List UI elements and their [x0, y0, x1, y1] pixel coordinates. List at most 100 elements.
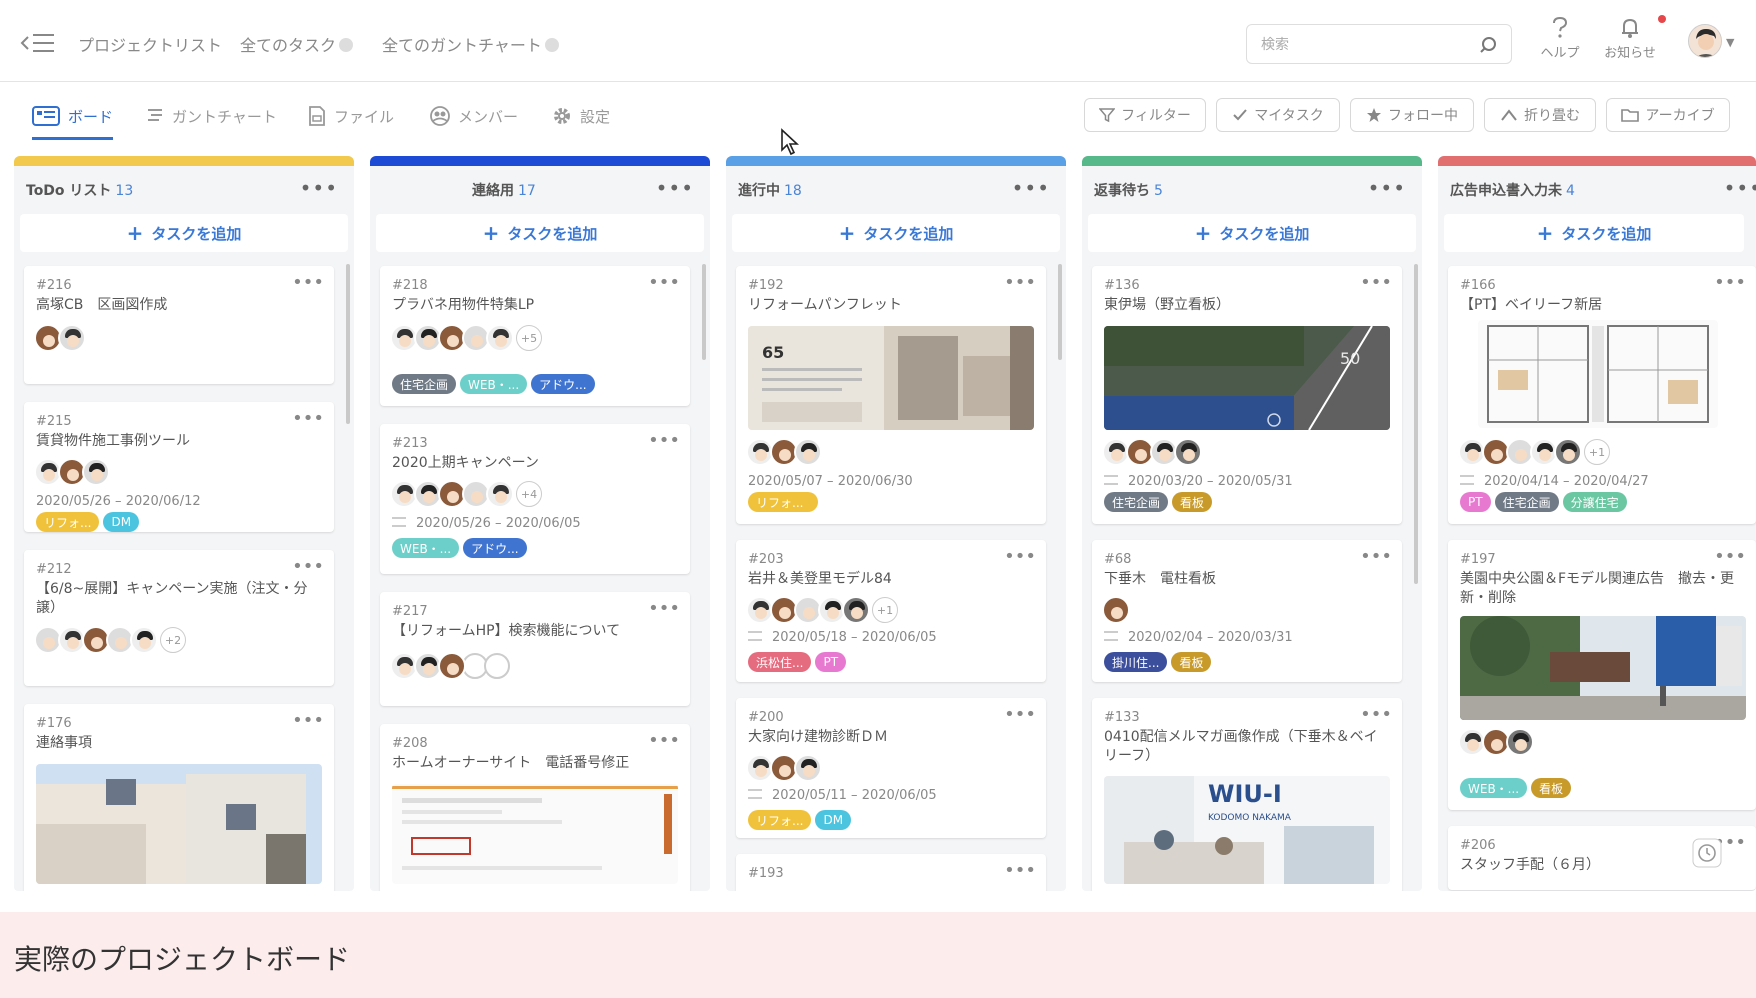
nav-all-gantt[interactable]: 全てのガントチャート [382, 32, 559, 56]
folder-icon [1621, 109, 1640, 122]
card-more-icon[interactable]: ••• [648, 730, 680, 751]
plus-icon: + [1536, 221, 1554, 245]
tag-list: 住宅企画 WEB・... アドウ... [392, 374, 595, 394]
task-card[interactable]: #213 ••• 2020上期キャンペーン +4 2020/05/26 – 20… [380, 424, 690, 574]
assignee-avatars [1102, 438, 1202, 466]
nav-project-list[interactable]: プロジェクトリスト [78, 32, 222, 56]
archive-button[interactable]: アーカイブ [1606, 98, 1730, 132]
history-icon[interactable] [1692, 838, 1722, 868]
column-count: 4 [1566, 183, 1575, 199]
card-more-icon[interactable]: ••• [1360, 272, 1392, 293]
task-card[interactable]: #200 ••• 大家向け建物診断ＤＭ 2020/05/11 – 2020/06… [736, 698, 1046, 838]
following-button[interactable]: フォロー中 [1350, 98, 1474, 132]
card-more-icon[interactable]: ••• [292, 408, 324, 429]
filter-button[interactable]: フィルター [1084, 98, 1206, 132]
tag: DM [103, 512, 140, 532]
help-button[interactable]: ヘルプ [1530, 16, 1590, 61]
add-task-button[interactable]: + タスクを追加 [732, 214, 1060, 252]
menu-collapse-icon[interactable] [20, 31, 56, 55]
avatar [1554, 438, 1582, 466]
tag: 住宅企画 [1494, 492, 1559, 512]
assignee-avatars: +2 [34, 626, 186, 654]
task-card[interactable]: #192 ••• リフォームパンフレット 65 2020/05/07 – 202… [736, 266, 1046, 524]
column-more-icon[interactable]: ••• [1368, 176, 1406, 200]
card-more-icon[interactable]: ••• [292, 556, 324, 577]
task-card[interactable]: #216 ••• 高塚CB 区画図作成 [24, 266, 334, 384]
column-more-icon[interactable]: ••• [656, 176, 694, 200]
task-title: 【リフォームHP】検索機能について [392, 623, 621, 639]
task-card[interactable]: #176 ••• 連絡事項 [24, 704, 334, 891]
chevron-down-icon[interactable]: ▼ [1726, 36, 1734, 49]
card-more-icon[interactable]: ••• [1004, 860, 1036, 881]
more-assignees-count: +2 [160, 627, 186, 653]
tab-members[interactable]: メンバー [430, 106, 518, 140]
card-more-icon[interactable]: ••• [1714, 272, 1746, 293]
task-id: #213 [392, 436, 428, 451]
task-card[interactable]: #215 ••• 賃貸物件施工事例ツール 2020/05/26 – 2020/0… [24, 402, 334, 532]
task-card[interactable]: #217 ••• 【リフォームHP】検索機能について [380, 592, 690, 706]
task-card[interactable]: #68 ••• 下垂木 電柱看板 2020/02/04 – 2020/03/31… [1092, 540, 1402, 682]
task-card[interactable]: #218 ••• プラバネ用物件特集LP +5 住宅企画 WEB・... アドウ… [380, 266, 690, 406]
column-more-icon[interactable]: ••• [1012, 176, 1050, 200]
task-card[interactable]: #197 ••• 美園中央公園＆Fモデル関連広告 撤去・更新・削除 WEB・..… [1448, 540, 1756, 810]
webpage-screenshot-thumbnail [392, 784, 678, 884]
tab-members-label: メンバー [458, 108, 519, 126]
task-title: 岩井＆美登里モデル84 [748, 571, 892, 587]
tab-gantt[interactable]: ガントチャート [146, 106, 277, 140]
column-more-icon[interactable]: ••• [1724, 176, 1756, 200]
filter-label: フィルター [1121, 108, 1191, 124]
add-task-button[interactable]: + タスクを追加 [376, 214, 704, 252]
task-id: #206 [1460, 838, 1496, 853]
scrollbar[interactable] [702, 264, 706, 360]
add-task-button[interactable]: + タスクを追加 [1088, 214, 1416, 252]
scrollbar[interactable] [1414, 264, 1418, 584]
task-card[interactable]: #208 ••• ホームオーナーサイト 電話番号修正 [380, 724, 690, 891]
nav-all-tasks[interactable]: 全てのタスク [240, 32, 354, 56]
tag: WEB・... [392, 538, 460, 558]
column-more-icon[interactable]: ••• [300, 176, 338, 200]
card-more-icon[interactable]: ••• [648, 430, 680, 451]
card-more-icon[interactable]: ••• [648, 598, 680, 619]
user-avatar[interactable] [1688, 24, 1722, 58]
add-task-button[interactable]: + タスクを追加 [20, 214, 348, 252]
card-more-icon[interactable]: ••• [292, 272, 324, 293]
notifications-button[interactable]: お知らせ [1600, 16, 1660, 61]
plus-icon: + [482, 221, 500, 245]
card-more-icon[interactable]: ••• [1004, 272, 1036, 293]
tab-settings[interactable]: 設定 [552, 106, 610, 140]
task-card[interactable]: #133 ••• 0410配信メルマガ画像作成（下垂木＆ベイリーフ） WIU-I… [1092, 698, 1402, 891]
add-task-button[interactable]: + タスクを追加 [1444, 214, 1744, 252]
task-card[interactable]: #193 ••• [736, 854, 1046, 891]
card-more-icon[interactable]: ••• [1360, 704, 1392, 725]
tab-board[interactable]: ボード [32, 106, 114, 140]
column-count: 17 [518, 183, 536, 199]
card-more-icon[interactable]: ••• [648, 272, 680, 293]
tag: リフォ... [748, 492, 818, 512]
task-card[interactable]: #136 ••• 東伊場（野立看板） 50 2020/03/20 – 2020/… [1092, 266, 1402, 524]
file-icon [309, 106, 325, 126]
scrollbar[interactable] [1058, 264, 1062, 360]
assignee-avatars [34, 324, 86, 352]
column-ad-application: 広告申込書入力未4 ••• + タスクを追加 #166 ••• 【PT】ベイリーフ… [1438, 156, 1756, 891]
tag: 掛川住... [1104, 652, 1168, 672]
assignee-avatars: +1 [1458, 438, 1610, 466]
my-tasks-button[interactable]: マイタスク [1216, 98, 1340, 132]
search-input[interactable] [1261, 34, 1461, 56]
tab-files[interactable]: ファイル [308, 106, 394, 140]
card-more-icon[interactable]: ••• [1004, 704, 1036, 725]
card-more-icon[interactable]: ••• [1004, 546, 1036, 567]
collapse-button[interactable]: 折り畳む [1484, 98, 1596, 132]
search-icon[interactable] [1477, 34, 1499, 56]
card-more-icon[interactable]: ••• [292, 710, 324, 731]
roadside-billboard-thumbnail: 50 [1104, 326, 1390, 430]
column-color-stripe [726, 156, 1066, 166]
card-more-icon[interactable]: ••• [1360, 546, 1392, 567]
scrollbar[interactable] [346, 264, 350, 424]
task-card[interactable]: #203 ••• 岩井＆美登里モデル84 +1 2020/05/18 – 202… [736, 540, 1046, 682]
task-title: 0410配信メルマガ画像作成（下垂木＆ベイリーフ） [1104, 729, 1378, 764]
card-more-icon[interactable]: ••• [1714, 546, 1746, 567]
column-todo: ToDo リスト 13 ••• + タスクを追加 #216 ••• 高塚CB 区画図… [14, 156, 354, 891]
task-card[interactable]: #212 ••• 【6/8~展開】キャンペーン実施（注文・分譲） +2 [24, 550, 334, 686]
task-card[interactable]: #206 ••• スタッフ手配（６月） [1448, 826, 1756, 890]
task-card[interactable]: #166 ••• 【PT】ベイリーフ新居 +1 2020/04/14 – 202… [1448, 266, 1756, 524]
